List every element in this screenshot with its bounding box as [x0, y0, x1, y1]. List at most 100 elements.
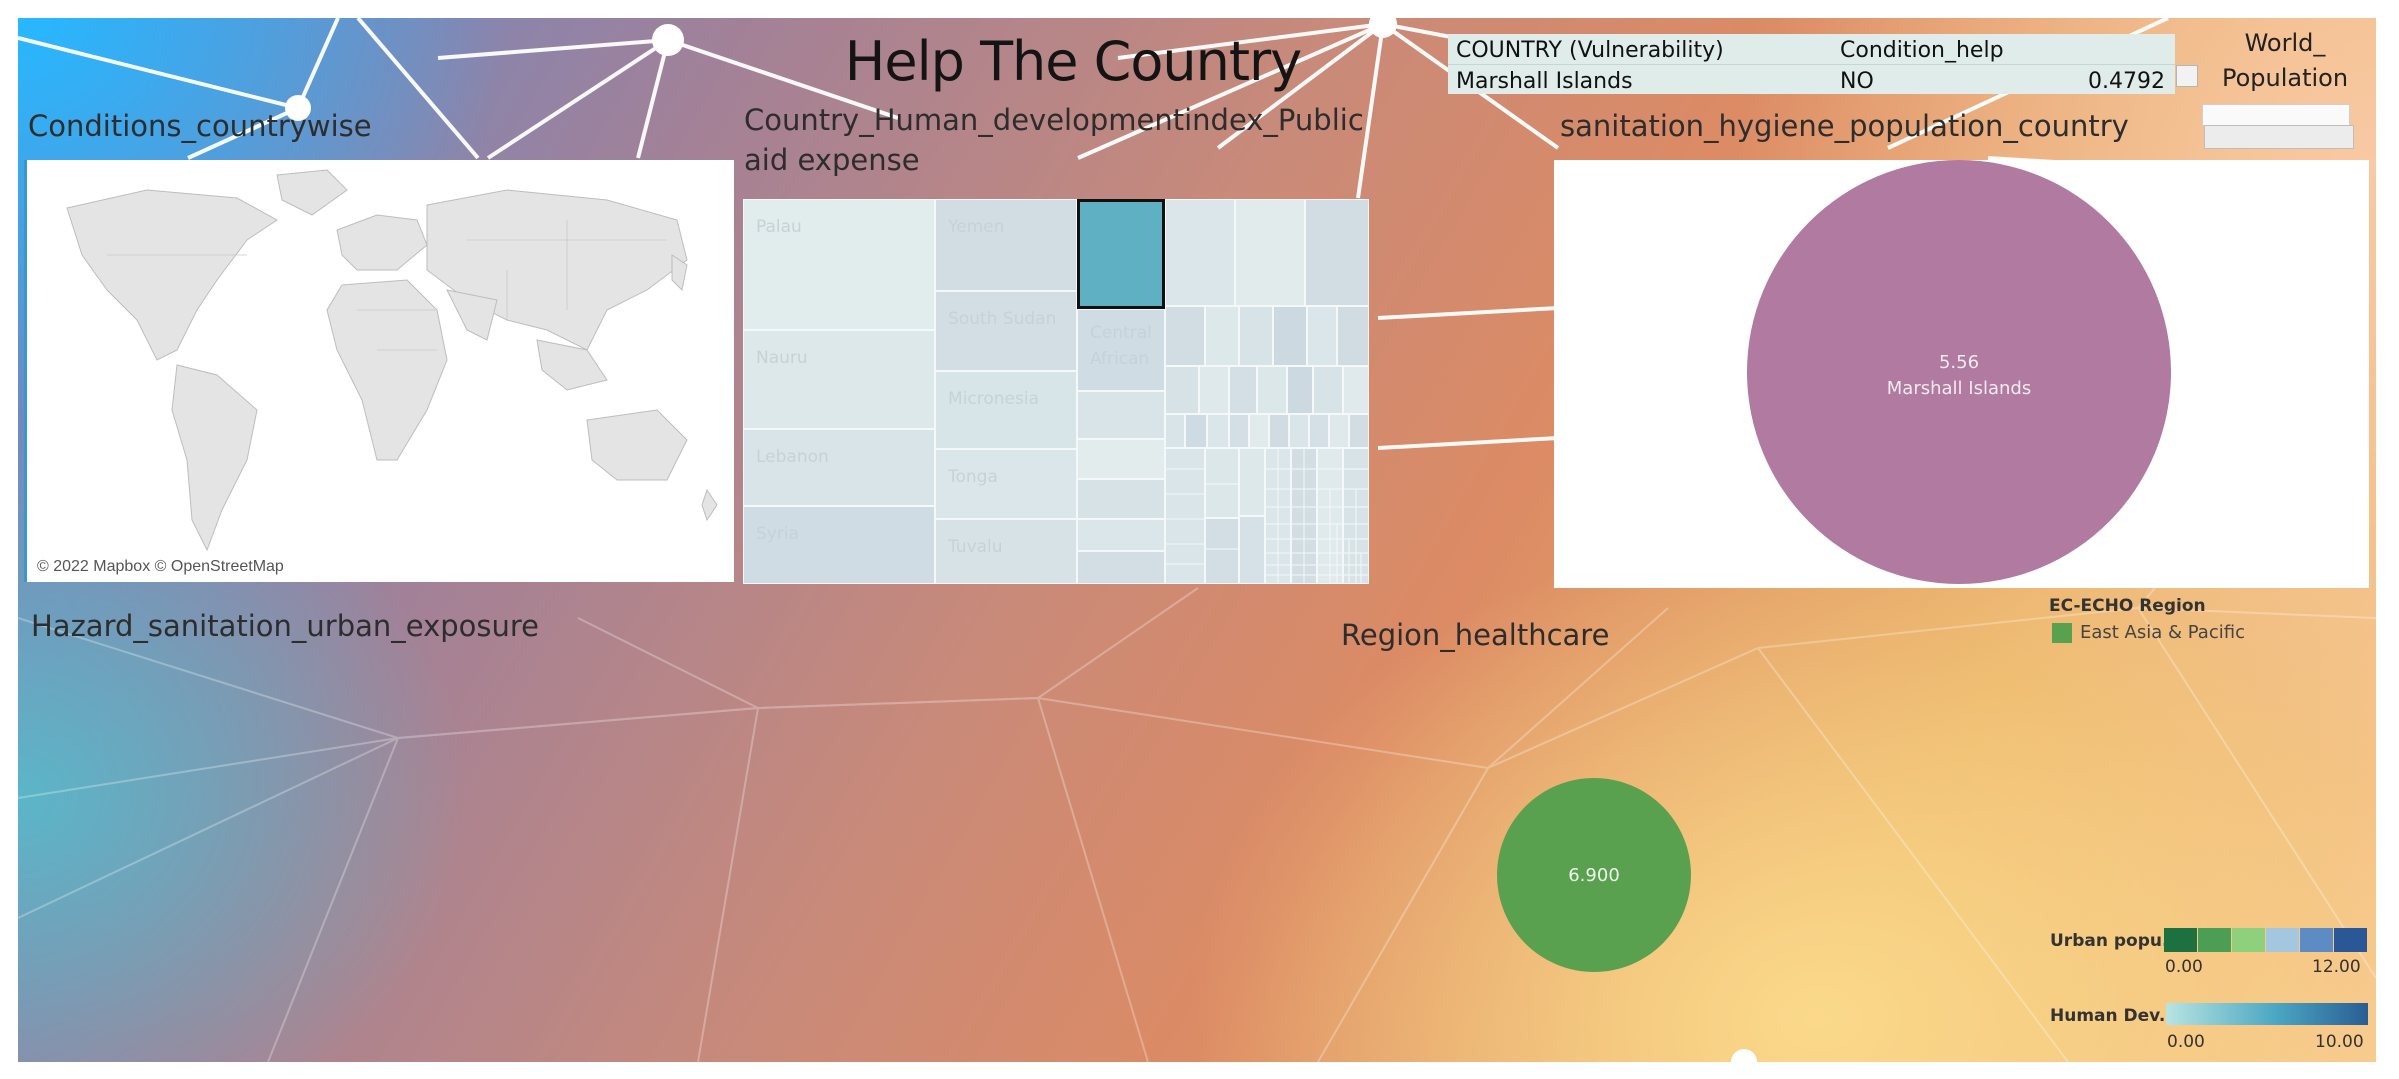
treemap-cell-yemen[interactable]: Yemen [935, 199, 1077, 291]
pie-chart-svg: 5.56 Marshall Islands [1747, 160, 2171, 584]
hazard-sanitation-title: Hazard_sanitation_urban_exposure [31, 609, 540, 643]
pie-value-label: 5.56 [1939, 352, 1979, 373]
treemap-cell[interactable] [1329, 414, 1349, 448]
treemap-cell[interactable] [1343, 448, 1369, 584]
treemap-cell[interactable] [1337, 306, 1369, 366]
conditions-countrywise-title: Conditions_countrywise [28, 109, 372, 143]
urban-ramp-step [2198, 928, 2231, 952]
hdi-treemap-title-line2: aid expense [744, 143, 920, 177]
treemap-cell-nauru[interactable]: Nauru [743, 330, 935, 429]
treemap-cell[interactable] [1207, 414, 1229, 448]
treemap-cell[interactable] [1077, 479, 1165, 519]
treemap-cell[interactable] [1249, 414, 1269, 448]
urban-ramp-step [2300, 928, 2333, 952]
world-population-slider[interactable] [2204, 125, 2354, 149]
treemap-cell[interactable] [1165, 306, 1205, 366]
treemap-cell[interactable] [1239, 448, 1265, 516]
world-population-label-line2: Population [2221, 64, 2349, 92]
treemap-label-micronesia: Micronesia [948, 389, 1039, 409]
pie-country-label: Marshall Islands [1887, 378, 2031, 399]
treemap-cell[interactable] [1313, 366, 1343, 414]
header-country: COUNTRY (Vulnerability) [1456, 38, 1724, 63]
world-map-graphic [66, 169, 718, 552]
urban-ramp-step [2266, 928, 2299, 952]
treemap-label-nauru: Nauru [756, 348, 808, 368]
treemap-cell[interactable] [1077, 519, 1165, 551]
row-value: 0.4792 [2088, 69, 2165, 94]
treemap-cell[interactable] [1317, 448, 1343, 584]
treemap-cell[interactable] [1265, 448, 1291, 584]
human-dev-legend-max: 10.00 [2315, 1032, 2364, 1052]
treemap-label-palau: Palau [756, 217, 802, 237]
treemap-cell[interactable] [1287, 366, 1313, 414]
hdi-treemap-title-line1: Country_Human_developmentindex_Public [744, 103, 1364, 137]
treemap-cell-syria[interactable]: Syria [743, 506, 935, 584]
region-healthcare-title: Region_healthcare [1341, 618, 1610, 652]
treemap-cell[interactable] [1165, 414, 1185, 448]
treemap-cell[interactable] [1185, 414, 1207, 448]
treemap-cell[interactable] [1205, 518, 1239, 584]
header-condition-help: Condition_help [1840, 38, 2004, 63]
legend-item-east-asia-pacific[interactable]: East Asia & Pacific [2080, 622, 2245, 643]
treemap-cell-highlighted[interactable] [1077, 199, 1165, 309]
human-dev-ramp-bar [2166, 1003, 2368, 1025]
treemap-cell[interactable] [1229, 366, 1257, 414]
hdi-treemap[interactable]: Palau Nauru Lebanon Syria Yemen South Su… [743, 199, 1369, 584]
treemap-cell[interactable] [1077, 551, 1165, 584]
world-map[interactable]: © 2022 Mapbox © OpenStreetMap [24, 160, 734, 582]
bubble-value-label: 6.900 [1568, 865, 1620, 886]
treemap-cell[interactable] [1229, 414, 1249, 448]
world-population-label-line1: World_ [2244, 29, 2326, 57]
legend-swatch-east-asia-pacific[interactable] [2052, 623, 2072, 643]
urban-legend-label: Urban popu.. [2050, 931, 2175, 951]
treemap-cell[interactable] [1239, 516, 1265, 584]
urban-ramp-step [2232, 928, 2265, 952]
treemap-cell[interactable] [1077, 439, 1165, 479]
treemap-label-tonga: Tonga [948, 467, 998, 487]
treemap-cell-palau[interactable]: Palau [743, 199, 935, 330]
treemap-cell-south-sudan[interactable]: South Sudan [935, 291, 1077, 371]
treemap-cell[interactable] [1273, 306, 1307, 366]
treemap-cell-micronesia[interactable]: Micronesia [935, 371, 1077, 449]
treemap-label-yemen: Yemen [948, 217, 1005, 237]
region-healthcare-bubble-chart: 6.900 [1497, 778, 1691, 972]
treemap-cell[interactable] [1165, 199, 1235, 306]
treemap-cell[interactable] [1309, 414, 1329, 448]
treemap-cell[interactable] [1289, 414, 1309, 448]
treemap-cell-tonga[interactable]: Tonga [935, 449, 1077, 519]
sanitation-pie-chart[interactable]: 5.56 Marshall Islands [1554, 160, 2369, 588]
treemap-cell[interactable] [1199, 366, 1229, 414]
treemap-cell-tuvalu[interactable]: Tuvalu [935, 519, 1077, 584]
treemap-cell[interactable] [1291, 448, 1317, 584]
treemap-cell[interactable] [1165, 366, 1199, 414]
urban-ramp-step [2164, 928, 2197, 952]
treemap-cell[interactable] [1235, 199, 1305, 306]
sanitation-hygiene-title: sanitation_hygiene_population_country [1560, 109, 2129, 143]
vulnerability-table-header: COUNTRY (Vulnerability) Condition_help [1448, 34, 2175, 64]
treemap-cell-lebanon[interactable]: Lebanon [743, 429, 935, 506]
world-population-checkbox[interactable] [2176, 65, 2198, 87]
table-row[interactable]: Marshall Islands NO 0.4792 [1448, 64, 2175, 94]
row-condition-help: NO [1840, 69, 1874, 94]
treemap-label-syria: Syria [756, 524, 799, 544]
map-attribution[interactable]: © 2022 Mapbox © OpenStreetMap [37, 558, 284, 576]
treemap-cell[interactable] [1077, 391, 1165, 439]
treemap-cell[interactable] [1165, 448, 1205, 584]
treemap-cell[interactable] [1257, 366, 1287, 414]
row-country: Marshall Islands [1456, 69, 1633, 94]
human-dev-legend-min: 0.00 [2167, 1032, 2205, 1052]
treemap-cell[interactable] [1239, 306, 1273, 366]
human-dev-legend-label: Human Dev.. [2050, 1006, 2172, 1026]
treemap-cell[interactable] [1205, 306, 1239, 366]
urban-color-ramp [2164, 928, 2367, 952]
treemap-cell[interactable] [1305, 199, 1369, 306]
vulnerability-table[interactable]: COUNTRY (Vulnerability) Condition_help M… [1448, 34, 2175, 94]
treemap-cell[interactable] [1343, 366, 1369, 414]
treemap-cell[interactable] [1269, 414, 1289, 448]
world-population-input[interactable] [2202, 104, 2350, 126]
treemap-cell[interactable] [1205, 448, 1239, 518]
treemap-cell[interactable] [1349, 414, 1369, 448]
treemap-cell[interactable] [1307, 306, 1337, 366]
treemap-label-south-sudan: South Sudan [948, 309, 1057, 329]
treemap-cell-central-african[interactable]: Central African [1077, 309, 1165, 391]
